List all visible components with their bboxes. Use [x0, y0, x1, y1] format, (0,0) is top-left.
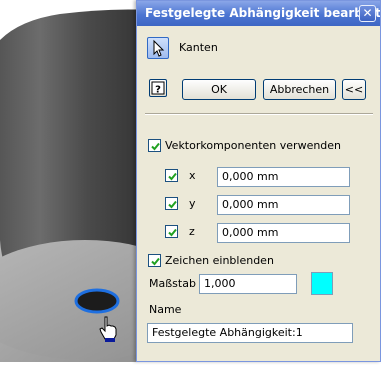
vector-components-label: Vektorkomponenten verwenden: [165, 139, 342, 152]
hole-highlight[interactable]: [72, 286, 122, 316]
close-icon: ✕: [362, 6, 373, 20]
vector-components-checkbox[interactable]: [148, 139, 161, 152]
collapse-button[interactable]: <<: [342, 79, 366, 100]
checkmark-icon: [168, 200, 177, 209]
separator: [145, 113, 373, 115]
scale-input[interactable]: 1,000: [199, 274, 297, 294]
scale-label: Maßstab: [149, 277, 196, 290]
svg-text:?: ?: [155, 85, 161, 96]
select-edges-button[interactable]: [147, 37, 169, 59]
checkmark-icon: [168, 228, 177, 237]
x-component-checkbox[interactable]: [165, 169, 178, 182]
cursor-arrow-icon: [153, 39, 165, 57]
name-label: Name: [149, 303, 182, 316]
dialog-titlebar[interactable]: Festgelegte Abhängigkeit bearbeiten ✕: [137, 1, 380, 26]
x-component-label: x: [189, 169, 196, 182]
selection-label: Kanten: [179, 41, 218, 54]
y-component-checkbox[interactable]: [165, 197, 178, 210]
y-value-input[interactable]: 0,000 mm: [217, 195, 350, 215]
z-component-label: z: [189, 225, 195, 238]
show-glyph-label: Zeichen einblenden: [165, 254, 274, 267]
ok-button[interactable]: OK: [182, 79, 256, 100]
checkmark-icon: [151, 257, 160, 266]
show-glyph-checkbox[interactable]: [148, 254, 161, 267]
dialog-title: Festgelegte Abhängigkeit bearbeiten: [145, 6, 380, 20]
y-component-label: y: [189, 197, 196, 210]
checkmark-icon: [151, 142, 160, 151]
edit-fixed-constraint-dialog: Festgelegte Abhängigkeit bearbeiten ✕ Ka…: [136, 0, 381, 362]
z-component-checkbox[interactable]: [165, 225, 178, 238]
question-mark-icon: ?: [151, 81, 165, 96]
help-button[interactable]: ?: [149, 79, 167, 97]
cancel-button[interactable]: Abbrechen: [263, 79, 336, 100]
name-input[interactable]: Festgelegte Abhängigkeit:1: [147, 323, 353, 343]
glyph-color-swatch[interactable]: [311, 272, 333, 295]
checkmark-icon: [168, 172, 177, 181]
close-button[interactable]: ✕: [359, 5, 376, 22]
x-value-input[interactable]: 0,000 mm: [217, 167, 350, 187]
hand-pointer-icon: [99, 316, 117, 342]
z-value-input[interactable]: 0,000 mm: [217, 223, 350, 243]
